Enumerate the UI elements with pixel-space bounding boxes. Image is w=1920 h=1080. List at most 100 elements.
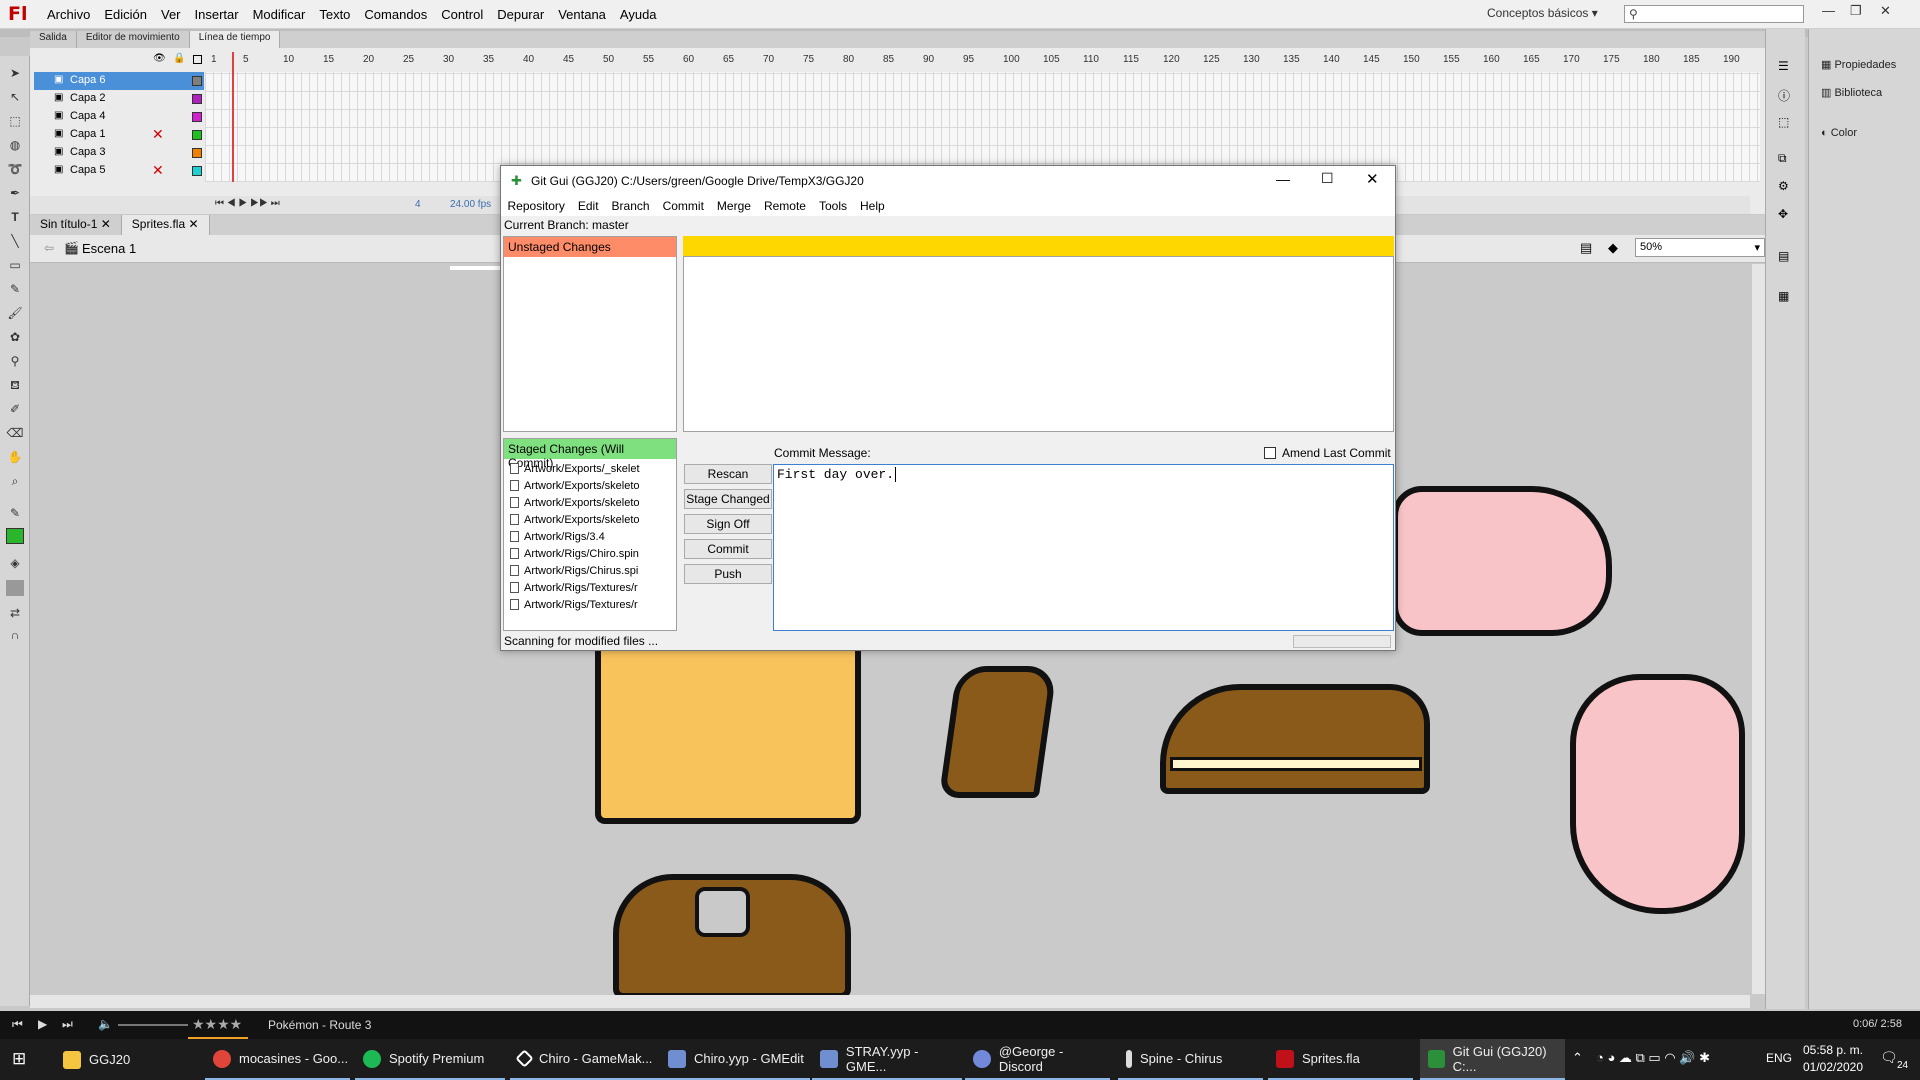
eye-icon[interactable]: 👁: [153, 53, 166, 64]
edit-scene-icon[interactable]: ◆: [1608, 240, 1618, 256]
hidden-x-icon[interactable]: ✕: [152, 126, 164, 143]
paint-fill-icon[interactable]: ◈: [6, 556, 24, 572]
properties-icon[interactable]: ☰: [1778, 59, 1789, 73]
layer-row[interactable]: ▣ Capa 4: [34, 108, 204, 126]
3d-rotation-icon[interactable]: ◍: [6, 138, 24, 154]
taskbar-item-spine[interactable]: Spine - Chirus: [1118, 1039, 1263, 1080]
info-icon[interactable]: ⓘ: [1778, 87, 1790, 104]
close-icon[interactable]: ✕: [101, 217, 111, 231]
rating-stars[interactable]: ★★★★: [192, 1016, 242, 1033]
zoom-select[interactable]: 50% ▾: [1635, 238, 1765, 257]
menu-tools[interactable]: Tools: [812, 199, 853, 213]
layer-row[interactable]: ▣ Capa 3: [34, 144, 204, 162]
language-indicator[interactable]: ENG: [1766, 1051, 1792, 1065]
stroke-color-icon[interactable]: ✎: [6, 506, 24, 522]
menu-merge[interactable]: Merge: [710, 199, 757, 213]
brush-tool-icon[interactable]: 🖌: [6, 306, 24, 322]
taskbar-item-gamemaker[interactable]: Chiro - GameMak...: [510, 1039, 660, 1080]
hand-sprite[interactable]: [1570, 674, 1745, 914]
lasso-tool-icon[interactable]: ➰: [6, 162, 24, 178]
layer-row[interactable]: ▣ Capa 5 ✕: [34, 162, 204, 180]
menu-branch[interactable]: Branch: [605, 199, 656, 213]
clock-time[interactable]: 05:58 p. m.: [1802, 1043, 1864, 1057]
menu-comandos[interactable]: Comandos: [357, 7, 434, 22]
menu-edicion[interactable]: Edición: [97, 7, 154, 22]
commit-button[interactable]: Commit: [684, 539, 772, 559]
menu-remote[interactable]: Remote: [757, 199, 812, 213]
minimize-icon[interactable]: —: [1276, 171, 1290, 187]
code-icon[interactable]: ⧉: [1778, 151, 1787, 166]
line-tool-icon[interactable]: ╲: [6, 234, 24, 250]
next-track-icon[interactable]: ⏭: [62, 1017, 73, 1032]
pen-tool-icon[interactable]: ✒: [6, 186, 24, 202]
commit-message-input[interactable]: First day over.: [773, 464, 1394, 631]
grid-panel-icon[interactable]: ▦: [1778, 289, 1789, 303]
taskbar-item-gmedit-stray[interactable]: STRAY.yyp - GME...: [812, 1039, 962, 1080]
tray-icons[interactable]: ◔ ◕ ☁ ⧉ ▭ ◠ 🔊 ✱: [1596, 1050, 1710, 1066]
menu-edit[interactable]: Edit: [571, 199, 605, 213]
menu-modificar[interactable]: Modificar: [246, 7, 313, 22]
menu-ventana[interactable]: Ventana: [551, 7, 613, 22]
maximize-icon[interactable]: ☐: [1321, 170, 1334, 187]
taskbar-item-discord[interactable]: @George - Discord: [965, 1039, 1110, 1080]
list-item[interactable]: Artwork/Rigs/3.4: [510, 531, 658, 543]
list-item[interactable]: Artwork/Exports/_skelet: [510, 463, 658, 475]
taskbar-item-ggj20[interactable]: GGJ20: [55, 1039, 195, 1080]
stage-vertical-scrollbar[interactable]: [1752, 264, 1765, 994]
menu-control[interactable]: Control: [434, 7, 490, 22]
frame-rate[interactable]: 24.00 fps: [450, 199, 491, 210]
layer-row[interactable]: ▣ Capa 1 ✕: [34, 126, 204, 144]
menu-help[interactable]: Help: [853, 199, 891, 213]
list-item[interactable]: Artwork/Exports/skeleto: [510, 514, 658, 526]
panel-propiedades[interactable]: ▦ Propiedades: [1821, 58, 1896, 71]
paint-bucket-icon[interactable]: ⛾: [6, 378, 24, 394]
lock-icon[interactable]: 🔒: [173, 53, 185, 64]
push-button[interactable]: Push: [684, 564, 772, 584]
swap-colors-icon[interactable]: ⇄: [6, 606, 24, 622]
panel-biblioteca[interactable]: ▥ Biblioteca: [1821, 86, 1882, 99]
tab-linea-tiempo[interactable]: Línea de tiempo: [189, 31, 281, 48]
torso-sprite[interactable]: [595, 649, 861, 824]
list-item[interactable]: Artwork/Rigs/Textures/r: [510, 599, 658, 611]
diff-view[interactable]: [683, 256, 1394, 432]
stage-changed-button[interactable]: Stage Changed: [684, 489, 772, 509]
bone-tool-icon[interactable]: ⚲: [6, 354, 24, 370]
menu-texto[interactable]: Texto: [312, 7, 357, 22]
hidden-x-icon[interactable]: ✕: [152, 162, 164, 179]
prev-track-icon[interactable]: ⏮: [12, 1017, 23, 1032]
playback-controls-icon[interactable]: ⏮ ◀ ▶ ▶▶ ⏭: [215, 198, 280, 209]
windows-start-icon[interactable]: ⊞: [12, 1049, 26, 1069]
amend-checkbox[interactable]: Amend Last Commit: [1264, 446, 1391, 460]
staged-list[interactable]: Staged Changes (Will Commit) Artwork/Exp…: [503, 438, 677, 631]
motion-icon[interactable]: ✥: [1778, 207, 1788, 221]
play-icon[interactable]: ▶: [38, 1017, 47, 1031]
list-item[interactable]: Artwork/Rigs/Textures/r: [510, 582, 658, 594]
checkbox-box[interactable]: [1264, 447, 1276, 459]
minimize-icon[interactable]: —: [1822, 3, 1835, 18]
taskbar-item-flash[interactable]: Sprites.fla: [1268, 1039, 1413, 1080]
menu-archivo[interactable]: Archivo: [40, 7, 97, 22]
panel-color[interactable]: ◐ Color: [1821, 127, 1857, 139]
back-arrow-icon[interactable]: ⇦: [44, 241, 54, 255]
layer-row[interactable]: ▣ Capa 6: [34, 72, 204, 90]
layer-row[interactable]: ▣ Capa 2: [34, 90, 204, 108]
outline-icon[interactable]: [193, 55, 202, 64]
list-item[interactable]: Artwork/Exports/skeleto: [510, 480, 658, 492]
taskbar-item-gmedit-chiro[interactable]: Chiro.yyp - GMEdit: [660, 1039, 810, 1080]
snap-magnet-icon[interactable]: ∩: [6, 628, 24, 644]
subselection-tool-icon[interactable]: ↖: [6, 90, 24, 106]
text-tool-icon[interactable]: T: [6, 210, 24, 226]
zoom-tool-icon[interactable]: ⌕: [6, 474, 24, 490]
playhead[interactable]: [232, 52, 241, 182]
stage-horizontal-scrollbar[interactable]: [30, 995, 1750, 1008]
eraser-tool-icon[interactable]: ⌫: [6, 426, 24, 442]
unstaged-list[interactable]: Unstaged Changes: [503, 236, 677, 432]
decoration-tool-icon[interactable]: ✿: [6, 330, 24, 346]
close-icon[interactable]: ✕: [1366, 170, 1379, 188]
black-white-swatch[interactable]: [6, 580, 24, 596]
fill-color-swatch[interactable]: [6, 528, 24, 544]
clock-date[interactable]: 01/02/2020: [1802, 1060, 1864, 1074]
boot-sprite[interactable]: [938, 666, 1058, 798]
sign-off-button[interactable]: Sign Off: [684, 514, 772, 534]
rescan-button[interactable]: Rescan: [684, 464, 772, 484]
